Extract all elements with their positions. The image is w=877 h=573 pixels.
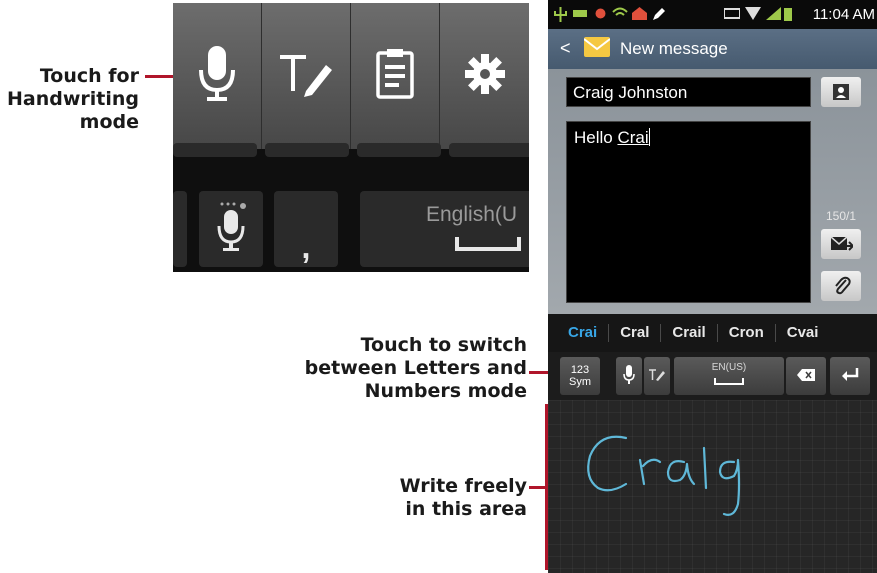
message-text: Hello bbox=[574, 128, 618, 147]
key-fragment bbox=[265, 143, 349, 157]
callout-switch-mode: Touch to switch between Letters and Numb… bbox=[305, 334, 527, 403]
settings-icon bbox=[464, 53, 505, 99]
key-fragment bbox=[173, 143, 257, 157]
usb-icon bbox=[554, 7, 567, 22]
callout-line: Numbers mode bbox=[364, 380, 527, 402]
callout-line: between Letters and bbox=[304, 357, 527, 379]
key-fragment bbox=[173, 191, 187, 267]
key-fragment bbox=[357, 143, 441, 157]
battery-charge-icon bbox=[573, 7, 587, 20]
wifi-icon bbox=[745, 7, 761, 20]
symbols-key[interactable]: 123 Sym bbox=[560, 357, 600, 395]
callout-line: Touch for bbox=[39, 65, 139, 87]
battery-icon bbox=[784, 7, 797, 21]
handwriting-icon bbox=[648, 368, 666, 385]
voice-key[interactable] bbox=[199, 191, 263, 267]
zoomed-keyboard: , English(U bbox=[173, 143, 529, 272]
clipboard-icon bbox=[376, 48, 414, 104]
messaging-app-icon bbox=[583, 35, 611, 64]
suggestion-item[interactable]: Crail bbox=[660, 324, 716, 342]
leader-line-write bbox=[529, 486, 546, 489]
symbols-key-bottom: Sym bbox=[569, 376, 591, 388]
mute-icon bbox=[723, 7, 741, 20]
back-icon[interactable]: < bbox=[560, 38, 571, 59]
space-bar-icon bbox=[714, 378, 744, 385]
key-fragment bbox=[449, 143, 529, 157]
recipient-text: Craig Johnston bbox=[573, 83, 688, 102]
signal-icon bbox=[766, 7, 781, 20]
contact-icon bbox=[833, 84, 849, 105]
attach-button[interactable] bbox=[821, 271, 861, 301]
add-contact-button[interactable] bbox=[821, 77, 861, 107]
handwriting-mode-button[interactable] bbox=[262, 3, 351, 149]
compose-area: Craig Johnston Hello Crai 150/1 bbox=[548, 69, 877, 314]
space-key-label: EN(US) bbox=[711, 362, 747, 373]
handwriting-strokes bbox=[587, 435, 741, 516]
callout-line: in this area bbox=[405, 498, 527, 520]
voice-key[interactable] bbox=[616, 357, 642, 395]
keyboard-function-row: 123 Sym EN(US) bbox=[548, 352, 877, 400]
status-bar: 11:04 AM bbox=[548, 0, 877, 29]
send-message-icon bbox=[830, 236, 855, 257]
callout-handwriting-mode: Touch for Handwriting mode bbox=[7, 65, 139, 134]
home-icon bbox=[632, 7, 647, 20]
microphone-icon bbox=[214, 200, 248, 259]
space-bar-icon bbox=[455, 237, 521, 251]
suggestion-item[interactable]: Cral bbox=[608, 324, 660, 342]
handwriting-toggle-key[interactable] bbox=[644, 357, 670, 395]
enter-icon bbox=[841, 367, 859, 385]
suggestion-item[interactable]: Cvai bbox=[774, 324, 830, 342]
comma-key[interactable]: , bbox=[274, 191, 338, 267]
character-counter: 150/1 bbox=[826, 209, 857, 223]
toolbar-strip bbox=[173, 3, 529, 149]
callout-line: Touch to switch bbox=[360, 334, 527, 356]
handwriting-icon bbox=[276, 51, 336, 102]
backspace-key[interactable] bbox=[786, 357, 826, 395]
microphone-icon bbox=[623, 364, 635, 388]
callout-line: mode bbox=[79, 111, 139, 133]
suggestion-item[interactable]: Cron bbox=[716, 324, 775, 342]
comma-glyph: , bbox=[301, 229, 311, 265]
settings-button[interactable] bbox=[440, 3, 529, 149]
message-field[interactable]: Hello Crai bbox=[566, 121, 811, 303]
send-button[interactable] bbox=[821, 229, 861, 259]
zoomed-keyboard-toolbar: , English(U bbox=[173, 3, 529, 272]
callout-line: Handwriting bbox=[6, 88, 139, 110]
space-key[interactable]: EN(US) bbox=[674, 357, 784, 395]
suggestion-bar: Crai Cral Crail Cron Cvai bbox=[548, 314, 877, 352]
phone-screen: 11:04 AM < New message Craig Johnston He… bbox=[548, 0, 877, 573]
notification-icon bbox=[594, 7, 607, 20]
paperclip-icon bbox=[833, 276, 851, 301]
callout-write-area: Write freely in this area bbox=[400, 475, 527, 521]
text-cursor bbox=[648, 128, 650, 146]
space-key-label: English(U bbox=[426, 203, 518, 226]
edit-icon bbox=[652, 7, 665, 20]
handwriting-input-area[interactable] bbox=[548, 400, 877, 573]
clipboard-button[interactable] bbox=[351, 3, 440, 149]
suggestion-item[interactable]: Crai bbox=[548, 324, 608, 342]
microphone-icon bbox=[198, 45, 236, 107]
composing-word: Crai bbox=[617, 128, 649, 147]
space-key[interactable]: English(U bbox=[360, 191, 529, 267]
status-time: 11:04 AM bbox=[812, 6, 875, 23]
callout-line: Write freely bbox=[399, 475, 527, 497]
app-title: New message bbox=[620, 39, 728, 58]
recipient-field[interactable]: Craig Johnston bbox=[566, 77, 811, 107]
wifi-notify-icon bbox=[612, 7, 628, 20]
voice-input-button[interactable] bbox=[173, 3, 262, 149]
symbols-key-top: 123 bbox=[570, 364, 590, 376]
action-bar: < New message bbox=[548, 29, 877, 69]
enter-key[interactable] bbox=[830, 357, 870, 395]
backspace-icon bbox=[797, 368, 815, 384]
